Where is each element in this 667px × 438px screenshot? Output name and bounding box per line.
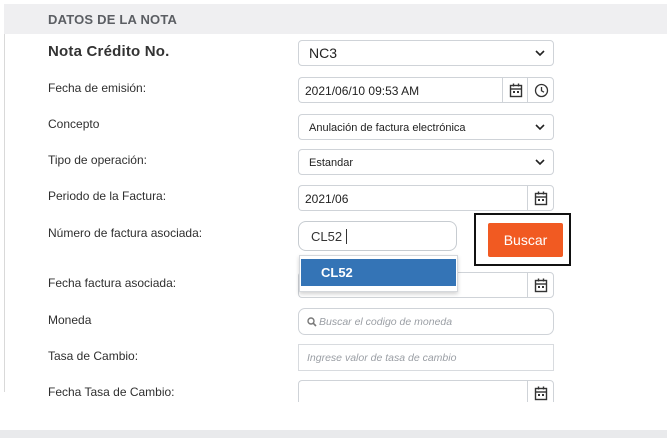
numero-factura-input[interactable]: CL52 [298, 221, 457, 251]
concepto-select[interactable]: Anulación de factura electrónica [298, 114, 554, 140]
footer-bar [0, 430, 667, 438]
moneda-label: Moneda [48, 313, 92, 327]
periodo-factura-value: 2021/06 [305, 192, 349, 206]
section-title: DATOS DE LA NOTA [48, 12, 178, 27]
chevron-down-icon [535, 159, 545, 166]
panel-border [4, 34, 5, 392]
chevron-down-icon [535, 124, 545, 131]
fecha-emision-input[interactable]: 2021/06/10 09:53 AM [298, 77, 502, 103]
periodo-factura-field: 2021/06 [298, 185, 554, 211]
fecha-factura-calendar-button[interactable] [527, 272, 554, 298]
fecha-emision-field: 2021/06/10 09:53 AM [298, 77, 554, 103]
numero-factura-label: Número de factura asociada: [48, 226, 203, 240]
nota-credito-value: NC3 [309, 45, 338, 61]
numero-factura-value: CL52 [311, 229, 343, 244]
calendar-icon [534, 278, 548, 293]
nota-credito-label: Nota Crédito No. [48, 43, 170, 60]
buscar-highlight-frame: Buscar [474, 213, 571, 266]
tipo-operacion-value: Estandar [309, 157, 354, 169]
buscar-button[interactable]: Buscar [488, 223, 563, 257]
fecha-emision-value: 2021/06/10 09:53 AM [305, 84, 420, 98]
text-caret [346, 229, 347, 244]
moneda-search-input[interactable]: Buscar el codigo de moneda [298, 308, 554, 335]
fecha-factura-label: Fecha factura asociada: [48, 276, 177, 290]
section-header: DATOS DE LA NOTA [4, 4, 667, 34]
calendar-icon [534, 386, 548, 401]
autocomplete-dropdown: CL52 [299, 255, 458, 292]
search-icon [307, 317, 317, 327]
tasa-cambio-input[interactable]: Ingrese valor de tasa de cambio [298, 344, 554, 371]
tipo-operacion-select[interactable]: Estandar [298, 149, 554, 175]
concepto-label: Concepto [48, 117, 100, 131]
fecha-emision-calendar-button[interactable] [502, 77, 529, 103]
periodo-factura-calendar-button[interactable] [527, 185, 554, 211]
fecha-tasa-label: Fecha Tasa de Cambio: [48, 385, 175, 399]
clock-icon [534, 83, 549, 98]
tasa-cambio-label: Tasa de Cambio: [48, 349, 139, 363]
concepto-value: Anulación de factura electrónica [309, 122, 466, 134]
chevron-down-icon [535, 50, 545, 57]
panel-bottom-space [0, 402, 667, 430]
fecha-emision-label: Fecha de emisión: [48, 81, 147, 95]
periodo-factura-label: Periodo de la Factura: [48, 189, 167, 203]
nota-credito-select[interactable]: NC3 [298, 40, 554, 66]
moneda-placeholder: Buscar el codigo de moneda [319, 316, 453, 328]
autocomplete-item[interactable]: CL52 [301, 259, 456, 286]
autocomplete-item-label: CL52 [321, 265, 353, 280]
tasa-cambio-placeholder: Ingrese valor de tasa de cambio [307, 352, 457, 364]
fecha-emision-clock-button[interactable] [527, 77, 554, 103]
periodo-factura-input[interactable]: 2021/06 [298, 185, 527, 211]
calendar-icon [534, 191, 548, 206]
tipo-operacion-label: Tipo de operación: [48, 153, 147, 167]
calendar-icon [509, 83, 523, 98]
